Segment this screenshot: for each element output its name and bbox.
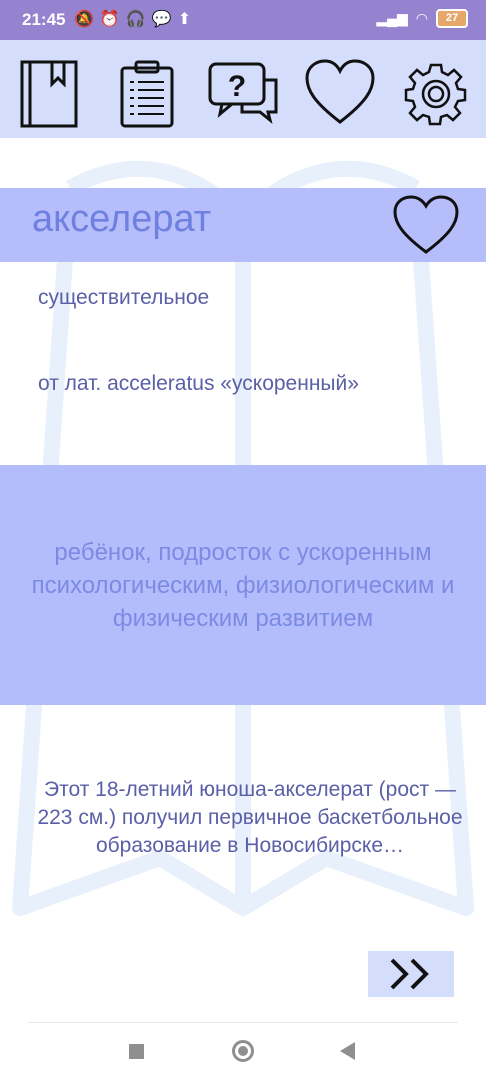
svg-text:?: ? xyxy=(228,70,246,103)
clipboard-list-icon xyxy=(120,60,174,128)
quiz-button[interactable]: ? xyxy=(208,58,280,130)
system-icons: ▂▄▆ ◠ 27 xyxy=(376,9,468,28)
question-chat-icon: ? xyxy=(208,62,278,124)
home-button[interactable] xyxy=(232,1040,254,1062)
status-time: 21:45 xyxy=(22,10,66,29)
back-button[interactable] xyxy=(340,1042,355,1060)
favorites-heart-icon xyxy=(305,59,375,124)
dictionary-book-icon xyxy=(20,60,78,128)
word-list-button[interactable] xyxy=(116,58,180,130)
next-word-button[interactable] xyxy=(368,951,454,997)
wifi-icon: ◠ xyxy=(415,10,428,26)
upload-icon: ⬆ xyxy=(177,11,198,28)
word-title: акселерат xyxy=(32,198,212,240)
settings-button[interactable] xyxy=(404,58,468,130)
notification-icons: 🔕⏰🎧💬⬆ xyxy=(74,9,197,29)
mute-icon: 🔕 xyxy=(74,11,100,28)
settings-gear-icon xyxy=(404,63,467,126)
etymology: от лат. acceleratus «ускоренный» xyxy=(38,372,359,395)
system-nav-bar xyxy=(0,1023,486,1080)
word-header: акселерат xyxy=(0,188,486,262)
double-chevron-right-icon xyxy=(390,958,429,990)
dictionary-book-button[interactable] xyxy=(18,58,82,130)
part-of-speech: существительное xyxy=(38,286,210,309)
chat-icon: 💬 xyxy=(151,11,178,28)
favorites-button[interactable] xyxy=(304,58,376,130)
recent-apps-button[interactable] xyxy=(129,1044,144,1059)
status-bar: 21:45 🔕⏰🎧💬⬆ ▂▄▆ ◠ 27 xyxy=(0,0,486,40)
definition-text: ребёнок, подросток с ускоренным психолог… xyxy=(31,538,455,632)
toolbar: ? xyxy=(0,40,486,138)
signal-icon: ▂▄▆ xyxy=(376,10,408,26)
headphones-icon: 🎧 xyxy=(125,11,152,28)
alarm-icon: ⏰ xyxy=(99,11,126,28)
definition-box: ребёнок, подросток с ускоренным психолог… xyxy=(0,465,486,705)
add-favorite-button[interactable] xyxy=(392,194,460,256)
heart-icon xyxy=(393,195,459,254)
battery-icon: 27 xyxy=(436,9,468,28)
usage-example: Этот 18-летний юноша-акселерат (рост — 2… xyxy=(37,778,463,857)
